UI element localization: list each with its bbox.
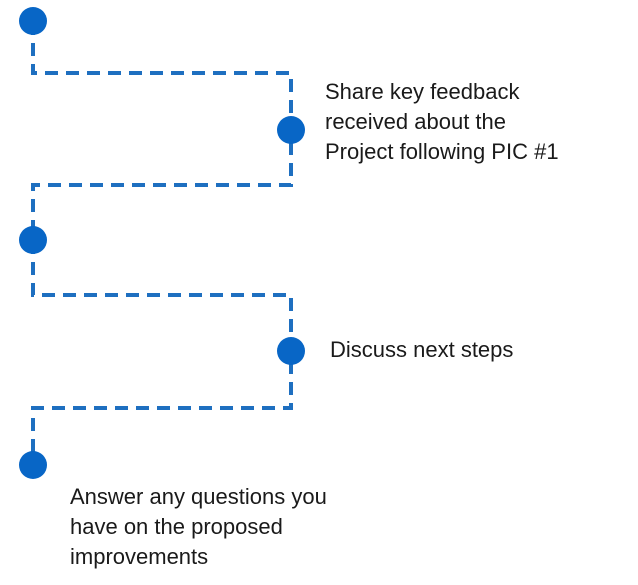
step-node-1: [19, 7, 47, 35]
step-node-3: [19, 226, 47, 254]
step-label-discuss-next-steps: Discuss next steps: [330, 337, 514, 362]
dashed-connector-path: [31, 22, 293, 465]
step-node-4: [277, 337, 305, 365]
step-node-5: [19, 451, 47, 479]
step-label-answer-questions: Answer any questions you have on the pro…: [70, 484, 327, 569]
step-label-share-feedback: Share key feedback received about the Pr…: [325, 79, 559, 164]
step-node-2: [277, 116, 305, 144]
